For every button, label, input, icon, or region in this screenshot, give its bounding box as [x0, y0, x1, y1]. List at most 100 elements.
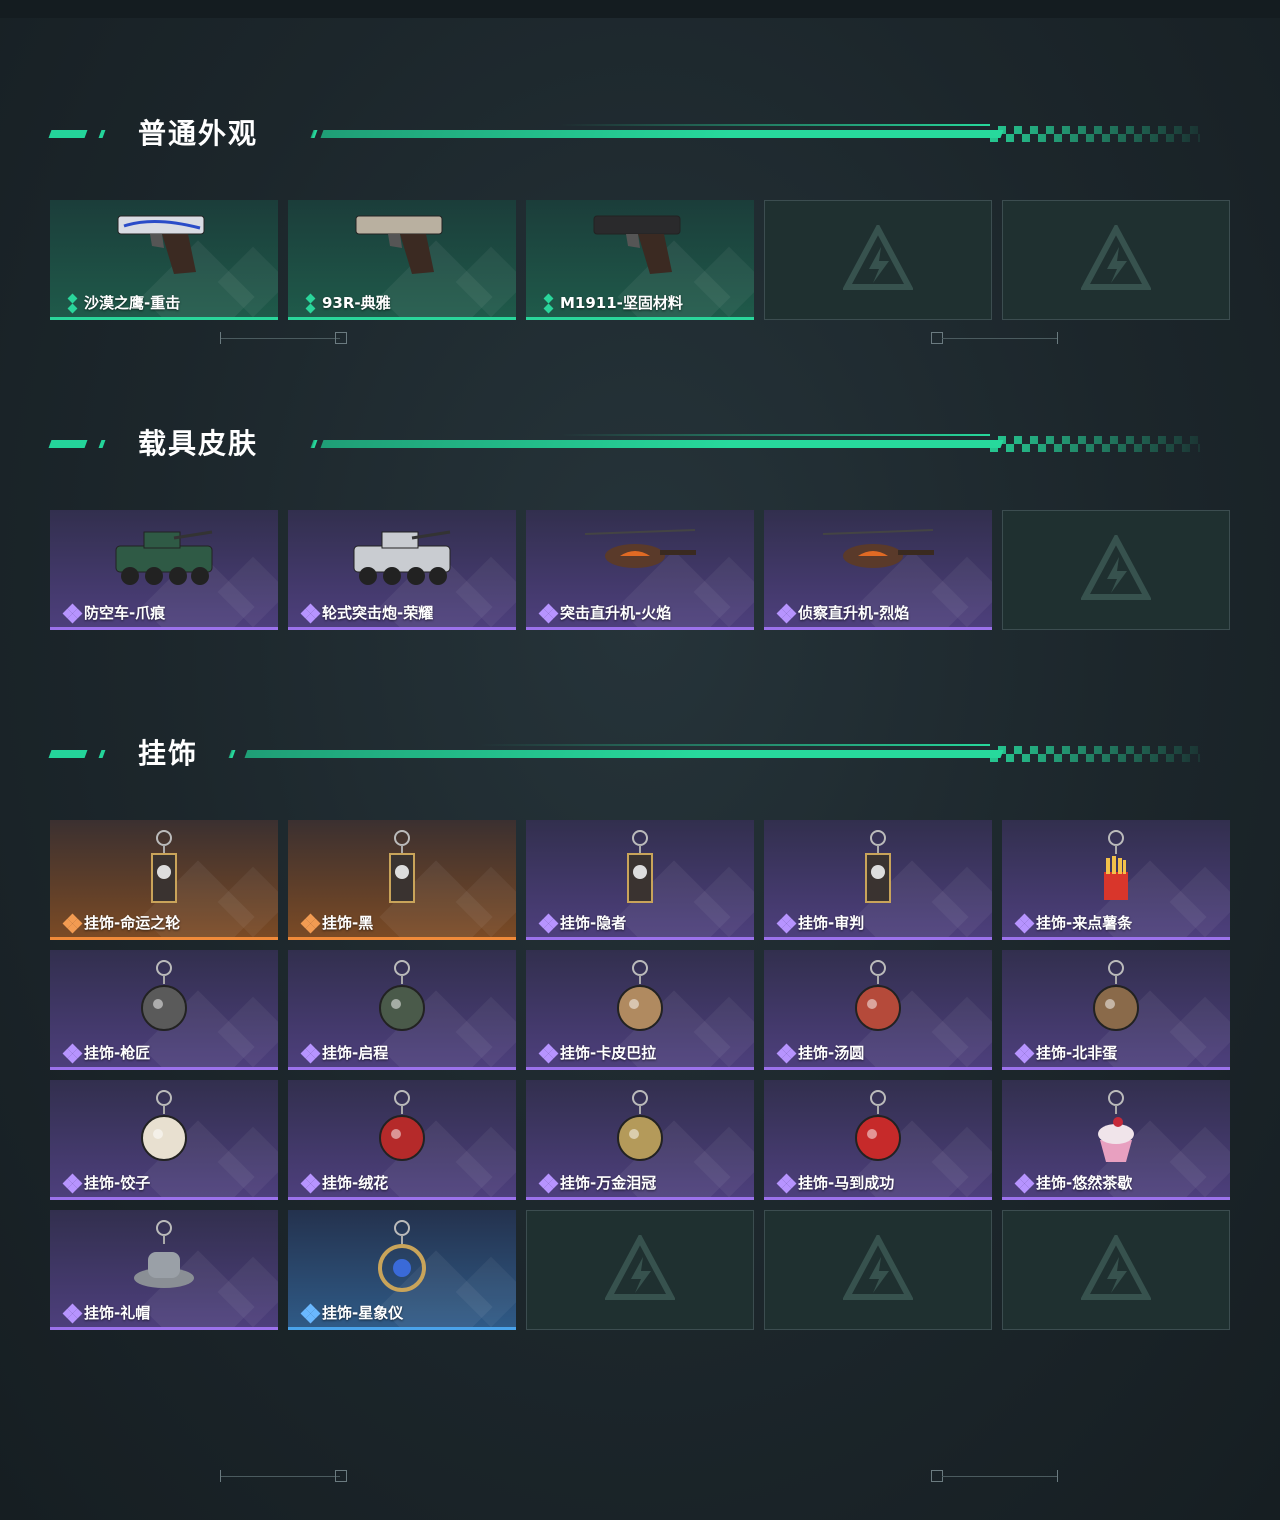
item-card[interactable]: 挂饰-汤圆 [764, 950, 992, 1070]
item-name: 挂饰-审判 [798, 914, 865, 932]
section-header: 普通外观 [0, 117, 1280, 150]
assault-gun-vehicle-icon [342, 516, 462, 604]
item-card[interactable]: 挂饰-隐者 [526, 820, 754, 940]
rarity-diamond-icon [538, 1173, 559, 1193]
item-card[interactable]: 挂饰-黑 [288, 820, 516, 940]
item-label: 挂饰-启程 [300, 1042, 389, 1063]
item-label: 突击直升机-火焰 [538, 602, 672, 623]
item-card[interactable]: 挂饰-万金泪冠 [526, 1080, 754, 1200]
item-name: 挂饰-绒花 [322, 1174, 389, 1192]
rarity-diamond-icon [64, 293, 80, 313]
tarot-card-charm-icon [580, 826, 700, 914]
item-name: 挂饰-饺子 [84, 1174, 151, 1192]
item-card[interactable]: 挂饰-枪匠 [50, 950, 278, 1070]
item-name: 挂饰-来点薯条 [1036, 914, 1133, 932]
item-label: M1911-坚固材料 [540, 292, 683, 313]
item-card[interactable]: 挂饰-命运之轮 [50, 820, 278, 940]
rarity-diamond-icon [1014, 1173, 1035, 1193]
item-label: 挂饰-悠然茶歇 [1014, 1172, 1132, 1193]
item-name: 挂饰-启程 [322, 1044, 389, 1062]
section-title: 普通外观 [138, 117, 259, 150]
section-title: 载具皮肤 [138, 427, 259, 460]
item-card[interactable]: 挂饰-礼帽 [50, 1210, 278, 1330]
rarity-diamond-icon [538, 603, 559, 623]
item-label: 挂饰-审判 [776, 912, 865, 933]
item-card[interactable]: 挂饰-饺子 [50, 1080, 278, 1200]
rarity-diamond-icon [300, 603, 321, 623]
item-card[interactable]: 挂饰-星象仪 [288, 1210, 516, 1330]
rarity-diamond-icon [62, 1173, 83, 1193]
item-card[interactable]: M1911-坚固材料 [526, 200, 754, 320]
item-label: 挂饰-礼帽 [62, 1302, 151, 1323]
item-label: 挂饰-马到成功 [776, 1172, 895, 1193]
bowl-charm-icon [818, 956, 938, 1044]
item-name: 挂饰-命运之轮 [84, 914, 181, 932]
round-badge-charm-icon [342, 956, 462, 1044]
item-label: 轮式突击炮-荣耀 [300, 602, 434, 623]
item-name: 挂饰-枪匠 [84, 1044, 151, 1062]
rarity-diamond-icon [538, 913, 559, 933]
item-card[interactable]: 突击直升机-火焰 [526, 510, 754, 630]
item-name: 挂饰-礼帽 [84, 1304, 151, 1322]
item-card[interactable]: 挂饰-绒花 [288, 1080, 516, 1200]
item-card[interactable]: 轮式突击炮-荣耀 [288, 510, 516, 630]
pistol-m1911-icon [580, 206, 700, 294]
horse-charm-icon [818, 1086, 938, 1174]
item-name: M1911-坚固材料 [560, 294, 683, 312]
item-label: 挂饰-绒花 [300, 1172, 389, 1193]
item-label: 挂饰-星象仪 [300, 1302, 404, 1323]
rarity-diamond-icon [302, 293, 318, 313]
item-card[interactable]: 防空车-爪痕 [50, 510, 278, 630]
item-name: 防空车-爪痕 [84, 604, 166, 622]
tag-charm-icon [342, 826, 462, 914]
item-label: 挂饰-黑 [300, 912, 373, 933]
pistol-deagle-icon [104, 206, 224, 294]
placeholder-logo-icon [1081, 535, 1151, 600]
item-name: 挂饰-卡皮巴拉 [560, 1044, 657, 1062]
item-label: 93R-典雅 [302, 292, 391, 313]
item-label: 防空车-爪痕 [62, 602, 166, 623]
item-card[interactable]: 挂饰-启程 [288, 950, 516, 1070]
item-card[interactable]: 挂饰-悠然茶歇 [1002, 1080, 1230, 1200]
item-name: 挂饰-星象仪 [322, 1304, 404, 1322]
item-card[interactable]: 93R-典雅 [288, 200, 516, 320]
item-label: 挂饰-北非蛋 [1014, 1042, 1117, 1063]
item-name: 沙漠之鹰-重击 [84, 294, 181, 312]
item-card[interactable]: 挂饰-审判 [764, 820, 992, 940]
hat-charm-icon [104, 1216, 224, 1304]
section-header: 载具皮肤 [0, 427, 1280, 460]
empty-slot [526, 1210, 754, 1330]
item-card[interactable]: 沙漠之鹰-重击 [50, 200, 278, 320]
pan-charm-icon [1056, 956, 1176, 1044]
item-label: 侦察直升机-烈焰 [776, 602, 909, 623]
armored-vehicle-icon [104, 516, 224, 604]
item-card[interactable]: 挂饰-来点薯条 [1002, 820, 1230, 940]
empty-slot [1002, 510, 1230, 630]
rarity-diamond-icon [776, 913, 797, 933]
rarity-diamond-icon [300, 1043, 321, 1063]
placeholder-logo-icon [1081, 1235, 1151, 1300]
item-label: 挂饰-来点薯条 [1014, 912, 1133, 933]
item-card[interactable]: 挂饰-马到成功 [764, 1080, 992, 1200]
rarity-diamond-icon [1014, 913, 1035, 933]
item-card[interactable]: 侦察直升机-烈焰 [764, 510, 992, 630]
cupcake-charm-icon [1056, 1086, 1176, 1174]
item-name: 突击直升机-火焰 [560, 604, 672, 622]
item-label: 挂饰-命运之轮 [62, 912, 181, 933]
rarity-diamond-icon [300, 1173, 321, 1193]
item-name: 挂饰-马到成功 [798, 1174, 895, 1192]
rarity-diamond-icon [62, 1043, 83, 1063]
tarot-card-charm-icon [818, 826, 938, 914]
item-label: 挂饰-汤圆 [776, 1042, 865, 1063]
tarot-card-charm-icon [104, 826, 224, 914]
item-card[interactable]: 挂饰-北非蛋 [1002, 950, 1230, 1070]
rarity-diamond-icon [1014, 1043, 1035, 1063]
item-name: 轮式突击炮-荣耀 [322, 604, 434, 622]
item-card[interactable]: 挂饰-卡皮巴拉 [526, 950, 754, 1070]
empty-slot [1002, 1210, 1230, 1330]
rarity-diamond-icon [538, 1043, 559, 1063]
placeholder-logo-icon [843, 1235, 913, 1300]
item-label: 挂饰-饺子 [62, 1172, 151, 1193]
empty-slot [764, 200, 992, 320]
item-name: 挂饰-汤圆 [798, 1044, 865, 1062]
